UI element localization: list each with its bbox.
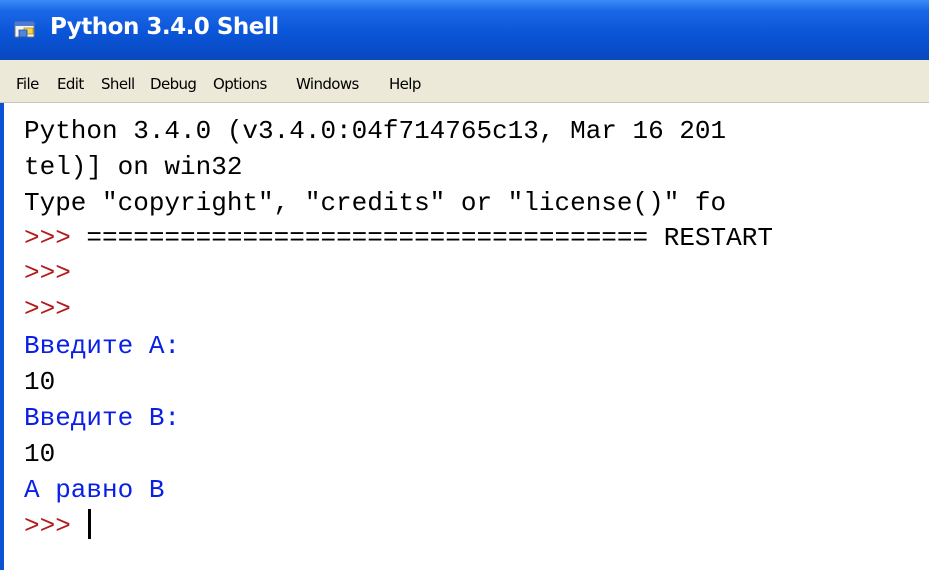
input-prompt-b: Введите B: xyxy=(24,403,181,433)
menu-edit[interactable]: Edit xyxy=(57,75,84,93)
menu-help[interactable]: Help xyxy=(389,75,421,93)
menu-file[interactable]: File xyxy=(16,75,39,93)
active-prompt-line[interactable]: >>> xyxy=(24,508,92,544)
menu-bar: File Edit Shell Debug Options Windows He… xyxy=(0,60,929,103)
window-left-border xyxy=(0,103,4,570)
prompt: >>> xyxy=(24,511,71,541)
menu-windows[interactable]: Windows xyxy=(296,75,359,93)
input-prompt-a: Введите A: xyxy=(24,331,181,361)
title-bar[interactable]: Python 3.4.0 Shell xyxy=(0,0,929,60)
window-title: Python 3.4.0 Shell xyxy=(50,14,279,40)
restart-separator: ==================================== RES… xyxy=(86,223,773,253)
python-shell-icon xyxy=(14,21,35,38)
banner-line-3: Type "copyright", "credits" or "license(… xyxy=(24,188,727,218)
banner-line-1: Python 3.4.0 (v3.4.0:04f714765c13, Mar 1… xyxy=(24,116,727,146)
python-shell-window: Python 3.4.0 Shell File Edit Shell Debug… xyxy=(0,0,929,570)
program-result: A равно B xyxy=(24,475,165,505)
user-input-b: 10 xyxy=(24,439,56,469)
banner-line-2: tel)] on win32 xyxy=(24,152,243,182)
prompt: >>> xyxy=(24,258,71,288)
restart-line: >>> ====================================… xyxy=(24,220,773,256)
menu-debug[interactable]: Debug xyxy=(150,75,197,93)
text-cursor xyxy=(88,509,92,539)
menu-shell[interactable]: Shell xyxy=(101,75,135,93)
menu-options[interactable]: Options xyxy=(213,75,267,93)
prompt: >>> xyxy=(24,223,71,253)
prompt: >>> xyxy=(24,294,71,324)
user-input-a: 10 xyxy=(24,367,56,397)
